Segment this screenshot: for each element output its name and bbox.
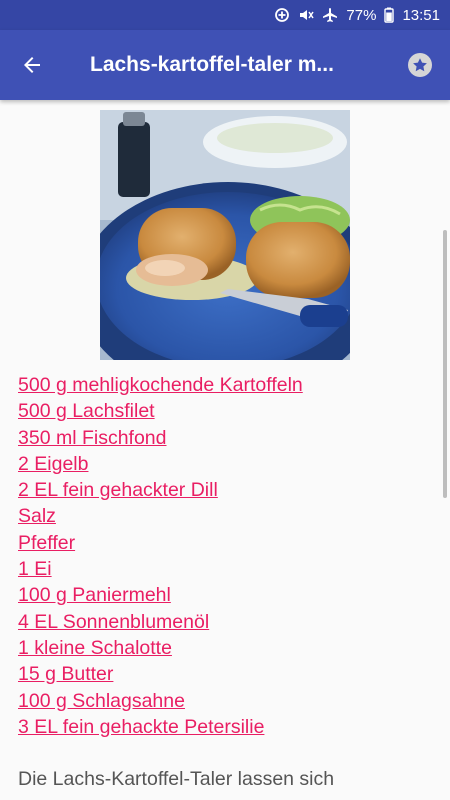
ingredient-link[interactable]: 350 ml Fischfond (18, 427, 167, 449)
recipe-description: Die Lachs-Kartoffel-Taler lassen sich (18, 768, 335, 790)
ingredient-link[interactable]: 500 g Lachsfilet (18, 400, 155, 422)
ingredient-link[interactable]: 100 g Schlagsahne (18, 690, 185, 712)
clock: 13:51 (402, 6, 440, 24)
ingredient-item[interactable]: 2 EL fein gehackter Dill (18, 477, 303, 503)
ingredient-link[interactable]: 3 EL fein gehackte Petersilie (18, 716, 264, 738)
ingredient-list: 500 g mehligkochende Kartoffeln 500 g La… (18, 372, 303, 740)
ingredient-link[interactable]: Salz (18, 505, 56, 527)
ingredient-item[interactable]: Pfeffer (18, 530, 303, 556)
ingredient-link[interactable]: 2 EL fein gehackter Dill (18, 479, 218, 501)
battery-percent: 77% (346, 6, 377, 24)
app-bar: Lachs-kartoffel-taler m... (0, 30, 450, 100)
ingredient-link[interactable]: 100 g Paniermehl (18, 584, 171, 606)
ingredient-item[interactable]: 1 Ei (18, 556, 303, 582)
ingredient-item[interactable]: 1 kleine Schalotte (18, 635, 303, 661)
star-icon (408, 53, 432, 77)
ingredient-link[interactable]: 4 EL Sonnenblumenöl (18, 611, 209, 633)
airplane-mode-icon (322, 7, 338, 23)
back-button[interactable] (0, 30, 64, 100)
status-bar: 77% 13:51 (0, 0, 450, 30)
page-title: Lachs-kartoffel-taler m... (90, 53, 334, 76)
ingredient-link[interactable]: 1 kleine Schalotte (18, 637, 172, 659)
ingredient-item[interactable]: 100 g Schlagsahne (18, 688, 303, 714)
ingredient-item[interactable]: 15 g Butter (18, 661, 303, 687)
ingredient-link[interactable]: 15 g Butter (18, 663, 113, 685)
ingredient-link[interactable]: 500 g mehligkochende Kartoffeln (18, 374, 303, 396)
ingredient-link[interactable]: 2 Eigelb (18, 453, 88, 475)
arrow-back-icon (24, 57, 40, 73)
ingredient-item[interactable]: 3 EL fein gehackte Petersilie (18, 714, 303, 740)
ingredient-item[interactable]: 500 g Lachsfilet (18, 398, 303, 424)
ingredient-item[interactable]: 2 Eigelb (18, 451, 303, 477)
ingredient-item[interactable]: 4 EL Sonnenblumenöl (18, 609, 303, 635)
ingredient-item[interactable]: 350 ml Fischfond (18, 425, 303, 451)
data-saver-icon (274, 7, 290, 23)
ingredient-link[interactable]: Pfeffer (18, 532, 75, 554)
scrollbar[interactable] (443, 230, 447, 498)
mute-icon (298, 7, 315, 23)
ingredient-link[interactable]: 1 Ei (18, 558, 52, 580)
recipe-content[interactable]: 500 g mehligkochende Kartoffeln 500 g La… (0, 100, 450, 800)
ingredient-item[interactable]: 500 g mehligkochende Kartoffeln (18, 372, 303, 398)
ingredient-item[interactable]: Salz (18, 503, 303, 529)
recipe-photo (100, 110, 350, 360)
ingredient-item[interactable]: 100 g Paniermehl (18, 582, 303, 608)
favorite-button[interactable] (390, 30, 450, 100)
battery-icon (384, 7, 395, 23)
